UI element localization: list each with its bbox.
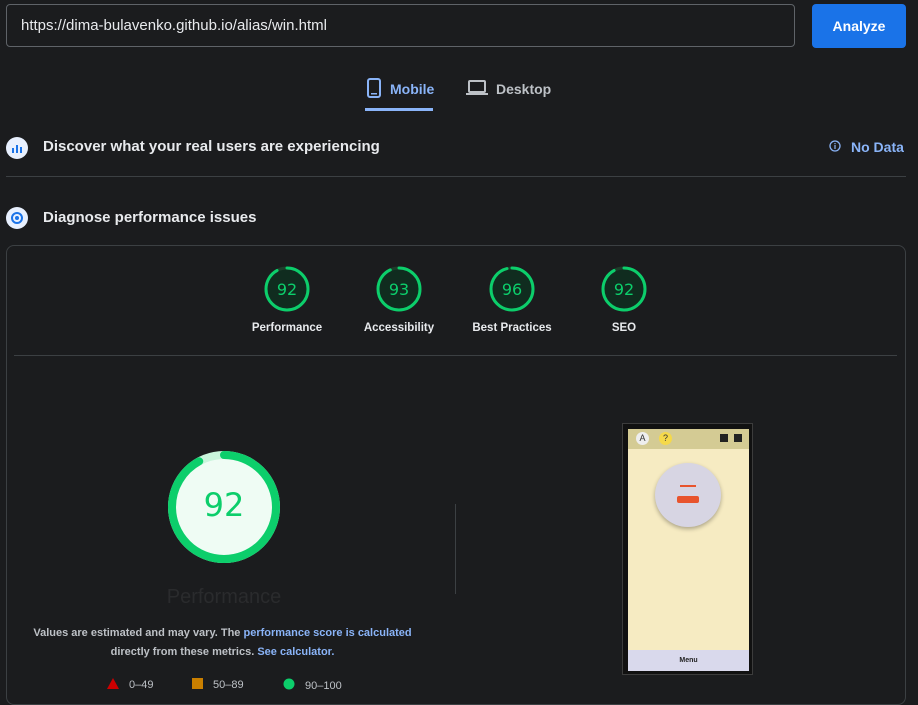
best-practices-label: Best Practices <box>472 322 552 334</box>
linkedin-icon <box>720 434 728 442</box>
screenshot-screen: A ? Menu <box>628 429 749 671</box>
lab-icon <box>6 207 28 229</box>
tab-desktop[interactable]: Desktop <box>466 74 551 104</box>
seo-gauge: 92 <box>601 266 647 312</box>
score-accessibility[interactable]: 93 Accessibility <box>339 265 459 334</box>
note-text-2: directly from these metrics. <box>110 646 258 658</box>
seo-label: SEO <box>611 322 637 334</box>
lab-section-title: Diagnose performance issues <box>43 209 257 226</box>
tab-mobile-label: Mobile <box>390 81 435 97</box>
legend-fail: 0–49 <box>107 678 153 692</box>
url-input-value: https://dima-bulavenko.github.io/alias/w… <box>21 17 327 34</box>
legend-pass: 90–100 <box>283 678 342 693</box>
see-calculator-link[interactable]: See calculator. <box>257 646 334 658</box>
tab-desktop-label: Desktop <box>496 81 552 97</box>
field-section-title: Discover what your real users are experi… <box>43 138 380 155</box>
legend-fail-range: 0–49 <box>129 679 154 691</box>
performance-label: Performance <box>251 322 323 334</box>
phone-icon <box>366 77 382 101</box>
users-chart-icon <box>6 137 28 159</box>
analyze-button[interactable]: Analyze <box>812 4 906 48</box>
main-performance-score: 92 <box>204 486 245 524</box>
screenshot-heading <box>680 485 696 487</box>
screenshot-a-badge: A <box>636 432 649 445</box>
legend-average: 50–89 <box>192 678 244 692</box>
legend-pass-range: 90–100 <box>305 679 342 692</box>
page-screenshot: A ? Menu <box>622 423 753 675</box>
best-practices-gauge: 96 <box>489 266 535 312</box>
scores-divider <box>14 355 897 356</box>
accessibility-gauge: 93 <box>376 266 422 312</box>
note-text-1: Values are estimated and may vary. The <box>33 627 244 639</box>
screenshot-menu: Menu <box>628 650 749 671</box>
score-seo[interactable]: 92 SEO <box>564 265 684 334</box>
no-data-label: No Data <box>851 139 904 155</box>
best-practices-score: 96 <box>502 280 522 299</box>
tab-mobile[interactable]: Mobile <box>366 74 434 104</box>
accessibility-score: 93 <box>389 280 409 299</box>
score-calculated-link[interactable]: performance score is calculated <box>243 627 411 639</box>
triangle-icon <box>107 678 119 692</box>
performance-score: 92 <box>277 280 297 299</box>
section-divider <box>6 176 906 177</box>
accessibility-label: Accessibility <box>363 322 435 334</box>
info-icon <box>829 139 841 155</box>
square-icon <box>192 678 203 692</box>
screenshot-button <box>677 496 699 503</box>
github-icon <box>734 434 742 442</box>
no-data-status[interactable]: No Data <box>829 139 904 155</box>
legend-average-range: 50–89 <box>213 679 244 691</box>
score-best-practices[interactable]: 96 Best Practices <box>452 265 572 334</box>
vertical-divider <box>455 504 456 594</box>
main-performance-gauge: 92 <box>167 450 281 569</box>
performance-gauge: 92 <box>264 266 310 312</box>
url-input[interactable]: https://dima-bulavenko.github.io/alias/w… <box>6 4 795 47</box>
screenshot-topbar: A ? <box>628 429 749 449</box>
screenshot-card <box>655 463 721 527</box>
screenshot-help-badge: ? <box>659 432 672 445</box>
estimate-note: Values are estimated and may vary. The p… <box>30 624 415 662</box>
circle-icon <box>283 678 295 693</box>
score-performance[interactable]: 92 Performance <box>227 265 347 334</box>
laptop-icon <box>466 79 488 99</box>
main-performance-label: Performance <box>166 586 282 608</box>
seo-score: 92 <box>614 280 634 299</box>
tab-active-indicator <box>365 108 433 111</box>
